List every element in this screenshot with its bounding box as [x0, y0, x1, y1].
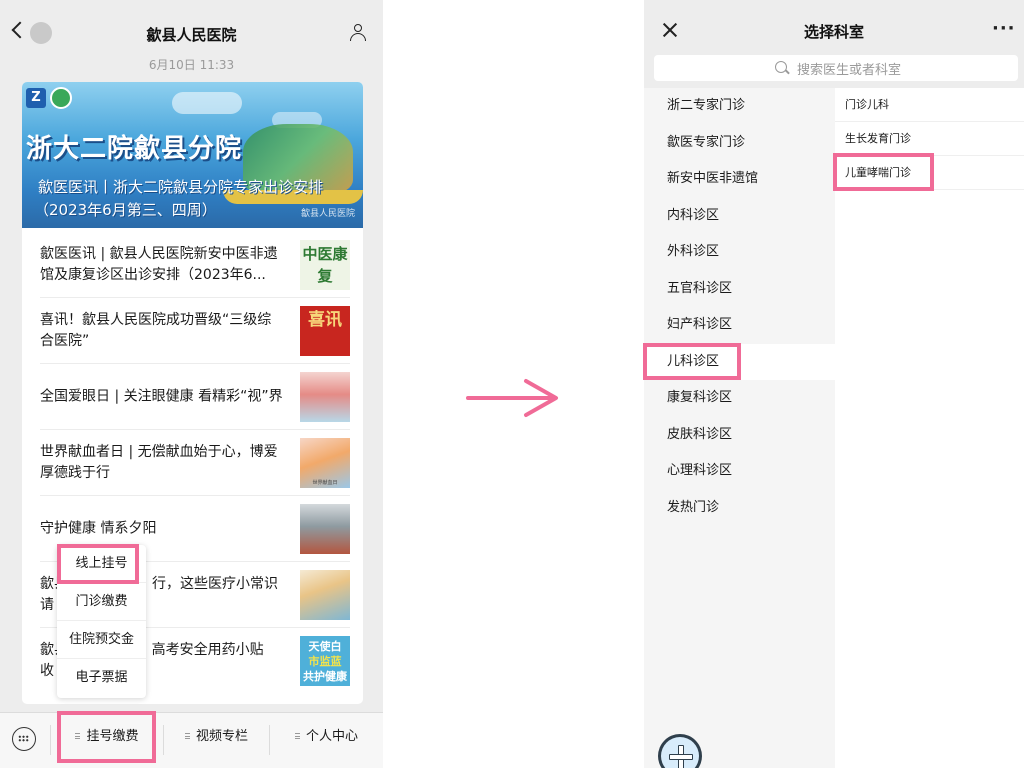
article-title: 喜讯！歙县人民医院成功晋级“三级综合医院”	[40, 311, 272, 349]
article-title: 守护健康 情系夕阳	[40, 520, 157, 536]
menu-list-icon	[75, 733, 81, 739]
tab-video-column[interactable]: 视频专栏	[164, 713, 269, 768]
department-item[interactable]: 心理科诊区	[644, 453, 835, 489]
page-title: 选择科室	[803, 23, 864, 41]
service-popup-menu: 线上挂号 门诊缴费 住院预交金 电子票据	[57, 545, 146, 698]
department-item-selected[interactable]: 儿科诊区	[644, 343, 835, 380]
menu-item-outpatient-payment[interactable]: 门诊缴费	[57, 583, 146, 621]
thumbnail-caption: 世界献血日	[312, 479, 338, 486]
chat-timestamp: 6月10日 11:33	[148, 58, 235, 72]
tab-label: 视频专栏	[195, 729, 248, 744]
menu-list-icon	[294, 733, 300, 739]
article-thumbnail	[300, 569, 350, 620]
thumbnail-line: 共护健康	[303, 670, 347, 683]
department-item[interactable]: 内科诊区	[644, 198, 835, 234]
screenshot-stage: 歙县人民医院 6月10日 11:33 Z 浙大二院歙县分院 歙医医讯丨浙大二院歙…	[0, 0, 1024, 768]
thumbnail-line: 市监蓝	[308, 655, 342, 668]
arrow-right-icon	[466, 379, 558, 417]
tab-label: 挂号缴费	[86, 729, 139, 744]
department-item[interactable]: 歙医专家门诊	[644, 125, 835, 161]
article-thumbnail: 世界献血日	[300, 437, 350, 488]
hospital-seal-icon	[50, 87, 72, 109]
chat-header: 歙县人民医院	[0, 0, 383, 52]
plus-icon[interactable]	[658, 734, 702, 768]
department-item[interactable]: 新安中医非遗馆	[644, 161, 835, 197]
keyboard-icon[interactable]	[12, 727, 36, 751]
menu-item-online-registration[interactable]: 线上挂号	[57, 545, 146, 583]
menu-item-e-invoice[interactable]: 电子票据	[57, 659, 146, 697]
search-icon	[775, 61, 787, 73]
article-thumbnail: 中医康复	[300, 239, 350, 290]
left-screen-wechat-chat: 歙县人民医院 6月10日 11:33 Z 浙大二院歙县分院 歙医医讯丨浙大二院歙…	[0, 0, 383, 768]
banner-subtitle: 歙医医讯丨浙大二院歙县分院专家出诊安排	[38, 178, 324, 196]
department-item[interactable]: 康复科诊区	[644, 380, 835, 416]
article-title: 歙医医讯 | 歙县人民医院新安中医非遗馆及康复诊区出诊安排（2023年6...	[40, 245, 278, 283]
mini-program-header: 选择科室 ···	[644, 0, 1024, 50]
article-thumbnail: 天使白 市监蓝 共护健康	[300, 636, 350, 686]
search-placeholder: 搜索医生或者科室	[797, 63, 902, 78]
article-title: 世界献血者日 | 无偿献血始于心，博爱厚德践于行	[40, 443, 278, 481]
banner-subtitle-date: （2023年6月第三、四周）	[34, 201, 217, 219]
tab-registration-payment[interactable]: 挂号缴费	[51, 713, 163, 768]
article-thumbnail	[300, 371, 350, 422]
department-item[interactable]: 皮肤科诊区	[644, 417, 835, 453]
department-item[interactable]: 发热门诊	[644, 490, 835, 526]
article-title: 全国爱眼日 | 关注眼健康 看精彩“视”界	[40, 388, 283, 404]
news-banner[interactable]: Z 浙大二院歙县分院 歙医医讯丨浙大二院歙县分院专家出诊安排 （2023年6月第…	[22, 82, 363, 228]
sub-department-item[interactable]: 门诊儿科	[835, 88, 1024, 122]
department-item[interactable]: 外科诊区	[644, 234, 835, 270]
banner-watermark: 歙县人民医院	[300, 209, 355, 219]
sub-department-list: 门诊儿科 生长发育门诊 儿童哮喘门诊	[835, 88, 1024, 768]
tab-label: 个人中心	[305, 729, 358, 744]
department-item[interactable]: 妇产科诊区	[644, 307, 835, 343]
sub-department-item[interactable]: 生长发育门诊	[835, 122, 1024, 156]
more-icon[interactable]: ···	[992, 20, 1015, 38]
banner-headline: 浙大二院歙县分院	[26, 134, 243, 164]
hospital-logo-z: Z	[26, 88, 46, 108]
person-icon[interactable]	[349, 24, 367, 42]
tab-personal-center[interactable]: 个人中心	[270, 713, 383, 768]
menu-item-inpatient-deposit[interactable]: 住院预交金	[57, 621, 146, 659]
list-item[interactable]: 世界献血者日 | 无偿献血始于心，博爱厚德践于行 世界献血日	[40, 430, 350, 496]
chat-title: 歙县人民医院	[146, 26, 237, 44]
department-list: 浙二专家门诊 歙医专家门诊 新安中医非遗馆 内科诊区 外科诊区 五官科诊区 妇产…	[644, 88, 835, 768]
menu-list-icon	[184, 733, 190, 739]
cloud-decoration	[172, 92, 242, 114]
right-screen-select-department: 选择科室 ··· 搜索医生或者科室 浙二专家门诊 歙医专家门诊 新安中医非遗馆 …	[644, 0, 1024, 768]
department-item[interactable]: 五官科诊区	[644, 271, 835, 307]
search-input[interactable]: 搜索医生或者科室	[654, 55, 1018, 81]
department-item[interactable]: 浙二专家门诊	[644, 88, 835, 124]
article-thumbnail	[300, 503, 350, 554]
bottom-menu-bar: 挂号缴费 视频专栏 个人中心	[0, 712, 383, 768]
list-item[interactable]: 歙医医讯 | 歙县人民医院新安中医非遗馆及康复诊区出诊安排（2023年6... …	[40, 232, 350, 298]
thumbnail-line: 天使白	[308, 640, 342, 653]
list-item[interactable]: 全国爱眼日 | 关注眼健康 看精彩“视”界	[40, 364, 350, 430]
article-thumbnail: 喜讯	[300, 305, 350, 356]
sub-department-item[interactable]: 儿童哮喘门诊	[835, 156, 1024, 190]
search-bar-wrap: 搜索医生或者科室	[644, 50, 1024, 88]
list-item[interactable]: 喜讯！歙县人民医院成功晋级“三级综合医院” 喜讯	[40, 298, 350, 364]
